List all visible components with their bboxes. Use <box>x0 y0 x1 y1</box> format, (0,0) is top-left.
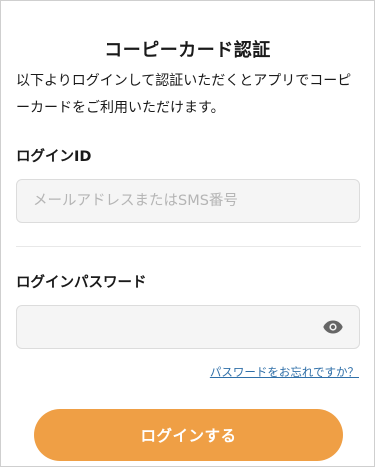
login-id-label: ログインID <box>16 149 92 165</box>
section-divider <box>16 246 361 247</box>
page-title: コーピーカード認証 <box>104 40 271 61</box>
login-button[interactable]: ログインする <box>34 409 343 461</box>
login-screen: コーピーカード認証 以下よりログインして認証いただくとアプリでコーピーカードをご… <box>0 0 375 467</box>
login-id-input[interactable] <box>16 179 360 223</box>
eye-icon[interactable] <box>321 317 345 337</box>
forgot-password-link[interactable]: パスワードをお忘れですか？ <box>210 364 359 380</box>
page-description: 以下よりログインして認証いただくとアプリでコーピーカードをご利用いただけます。 <box>16 73 352 116</box>
password-label: ログインパスワード <box>16 275 147 291</box>
password-input[interactable] <box>16 305 360 349</box>
